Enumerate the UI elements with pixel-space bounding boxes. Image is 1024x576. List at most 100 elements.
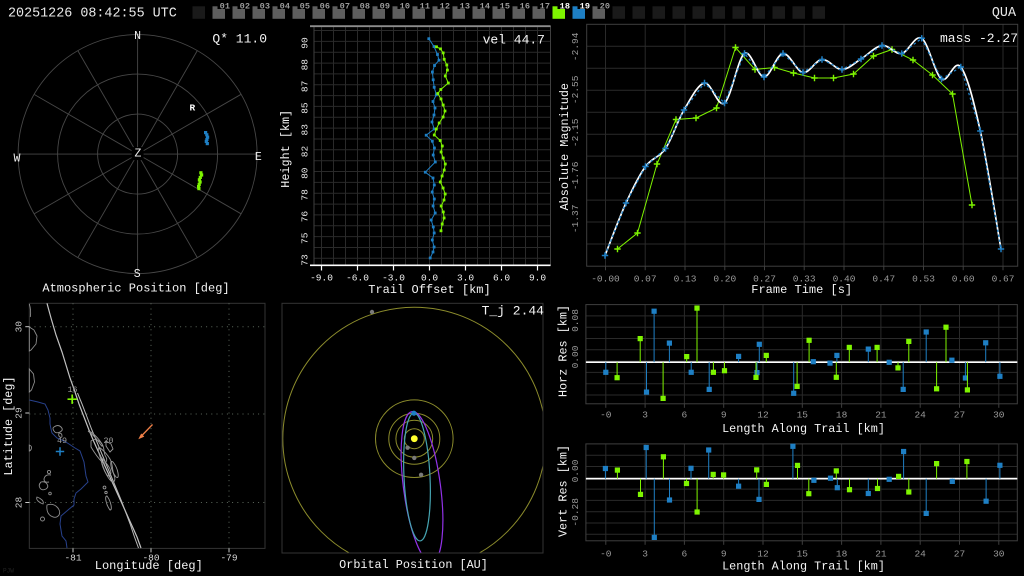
- svg-text:Vert Res [km]: Vert Res [km]: [556, 445, 570, 537]
- svg-text:05: 05: [300, 1, 310, 11]
- svg-text:80: 80: [300, 167, 311, 179]
- svg-text:6.0: 6.0: [493, 273, 510, 284]
- svg-text:9: 9: [721, 410, 727, 421]
- svg-text:07: 07: [340, 1, 350, 11]
- svg-text:9: 9: [721, 549, 727, 560]
- svg-text:mass -2.27: mass -2.27: [940, 31, 1018, 46]
- svg-text:3.0: 3.0: [457, 273, 474, 284]
- svg-text:PJW: PJW: [3, 568, 14, 575]
- svg-text:20: 20: [600, 1, 610, 11]
- svg-text:09: 09: [380, 1, 390, 11]
- svg-text:Latitude [deg]: Latitude [deg]: [2, 376, 16, 475]
- svg-text:-2.94: -2.94: [570, 32, 581, 61]
- svg-text:Atmospheric Position [deg]: Atmospheric Position [deg]: [42, 282, 229, 296]
- svg-text:16: 16: [68, 385, 78, 395]
- svg-text:Absolute Magnitude: Absolute Magnitude: [558, 83, 572, 210]
- svg-text:88: 88: [300, 59, 311, 71]
- svg-text:0.07: 0.07: [634, 274, 657, 285]
- svg-text:6: 6: [682, 549, 688, 560]
- svg-text:20: 20: [104, 436, 114, 446]
- svg-text:Height [km]: Height [km]: [279, 110, 293, 188]
- svg-text:08: 08: [360, 1, 370, 11]
- svg-text:27: 27: [954, 410, 965, 421]
- svg-text:18: 18: [836, 410, 848, 421]
- svg-text:3: 3: [642, 549, 648, 560]
- svg-text:9.0: 9.0: [529, 273, 546, 284]
- svg-text:27: 27: [954, 549, 965, 560]
- svg-text:Orbital Position [AU]: Orbital Position [AU]: [339, 558, 488, 572]
- svg-text:13: 13: [460, 1, 470, 11]
- svg-text:Length Along Trail [km]: Length Along Trail [km]: [722, 422, 885, 436]
- svg-text:Horz Res [km]: Horz Res [km]: [556, 305, 570, 397]
- svg-text:-0.00: -0.00: [591, 274, 620, 285]
- svg-text:49: 49: [57, 436, 67, 446]
- svg-text:30: 30: [993, 410, 1005, 421]
- svg-text:83: 83: [300, 124, 311, 136]
- svg-text:24: 24: [914, 410, 926, 421]
- svg-text:Q* 11.0: Q* 11.0: [212, 32, 267, 47]
- svg-text:0.20: 0.20: [713, 274, 736, 285]
- svg-text:0.00: 0.00: [570, 345, 581, 368]
- svg-text:12: 12: [757, 549, 769, 560]
- svg-text:02: 02: [240, 1, 250, 11]
- svg-text:11: 11: [420, 1, 430, 11]
- svg-text:15: 15: [797, 549, 809, 560]
- svg-text:30: 30: [14, 321, 25, 333]
- svg-text:W: W: [14, 153, 21, 166]
- svg-text:06: 06: [320, 1, 330, 11]
- svg-text:-0: -0: [600, 549, 612, 560]
- svg-text:0.00: 0.00: [570, 459, 581, 482]
- svg-text:75: 75: [300, 232, 311, 244]
- svg-text:82: 82: [300, 146, 311, 158]
- svg-text:6: 6: [682, 410, 688, 421]
- svg-text:21: 21: [875, 410, 887, 421]
- svg-text:87: 87: [300, 81, 311, 92]
- svg-text:-81: -81: [64, 553, 81, 564]
- svg-text:14: 14: [480, 1, 490, 11]
- svg-text:17: 17: [540, 1, 550, 11]
- svg-text:18: 18: [560, 1, 570, 11]
- svg-text:0.13: 0.13: [674, 274, 697, 285]
- svg-text:01: 01: [220, 1, 230, 11]
- svg-text:N: N: [134, 30, 141, 43]
- svg-text:04: 04: [280, 1, 290, 11]
- svg-text:-9.0: -9.0: [310, 273, 333, 284]
- svg-text:R: R: [190, 103, 196, 114]
- svg-text:Longitude [deg]: Longitude [deg]: [95, 559, 203, 573]
- svg-text:-0.28: -0.28: [570, 498, 581, 527]
- svg-text:-79: -79: [220, 553, 237, 564]
- svg-text:28: 28: [14, 497, 25, 509]
- svg-text:24: 24: [914, 549, 926, 560]
- svg-text:0.60: 0.60: [952, 274, 975, 285]
- svg-text:QUA: QUA: [992, 6, 1017, 21]
- svg-text:73: 73: [300, 254, 311, 266]
- svg-text:0.67: 0.67: [992, 274, 1015, 285]
- svg-text:-6.0: -6.0: [346, 273, 369, 284]
- svg-text:78: 78: [300, 189, 311, 201]
- svg-text:Trail Offset [km]: Trail Offset [km]: [368, 283, 490, 297]
- svg-text:-3.0: -3.0: [382, 273, 405, 284]
- svg-text:-0: -0: [600, 410, 612, 421]
- svg-text:E: E: [255, 151, 262, 164]
- svg-text:vel 44.7: vel 44.7: [483, 33, 545, 48]
- svg-text:10: 10: [400, 1, 410, 11]
- svg-text:T_j 2.44: T_j 2.44: [482, 304, 545, 319]
- svg-text:0.08: 0.08: [570, 309, 581, 332]
- svg-text:20251226 08:42:55 UTC: 20251226 08:42:55 UTC: [8, 7, 177, 22]
- svg-text:3: 3: [642, 410, 648, 421]
- svg-text:76: 76: [300, 211, 311, 223]
- svg-text:0.0: 0.0: [421, 273, 438, 284]
- svg-text:0.53: 0.53: [912, 274, 935, 285]
- svg-text:16: 16: [520, 1, 530, 11]
- svg-text:30: 30: [993, 549, 1005, 560]
- svg-text:15: 15: [797, 410, 809, 421]
- svg-text:03: 03: [260, 1, 270, 11]
- svg-text:12: 12: [757, 410, 769, 421]
- svg-text:18: 18: [836, 549, 848, 560]
- svg-text:90: 90: [300, 37, 311, 49]
- svg-text:Length Along Trail [km]: Length Along Trail [km]: [722, 560, 885, 574]
- svg-text:0.47: 0.47: [872, 274, 895, 285]
- svg-text:21: 21: [875, 549, 887, 560]
- svg-text:19: 19: [580, 1, 590, 11]
- svg-text:15: 15: [500, 1, 510, 11]
